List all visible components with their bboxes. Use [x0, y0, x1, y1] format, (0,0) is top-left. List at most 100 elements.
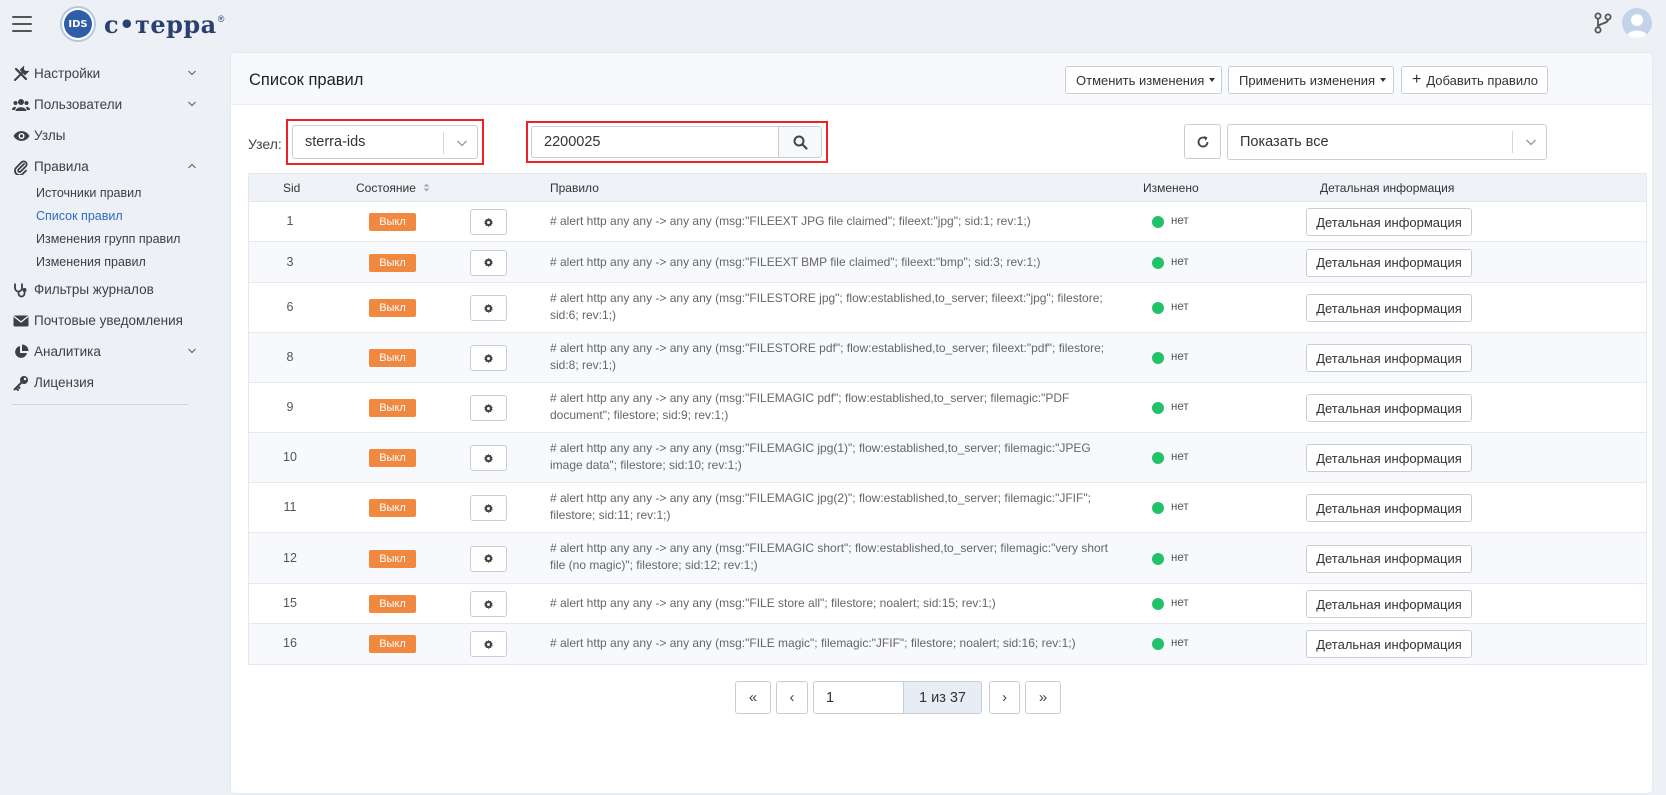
node-label: Узел: [248, 136, 282, 152]
show-filter-select[interactable]: Показать все [1227, 124, 1547, 160]
rule-sid: 10 [283, 450, 297, 464]
refresh-icon [1197, 135, 1208, 147]
status-badge[interactable]: Выкл [369, 549, 416, 568]
search-button[interactable] [778, 126, 822, 158]
last-page-button[interactable]: » [1025, 681, 1061, 714]
detail-info-button[interactable]: Детальная информация [1306, 208, 1472, 236]
detail-info-button[interactable]: Детальная информация [1306, 590, 1472, 618]
column-header-sid[interactable]: Sid [283, 181, 300, 195]
sidebar-item-log-filters[interactable]: Фильтры журналов [0, 274, 200, 305]
changed-status: нет [1171, 501, 1189, 513]
status-badge[interactable]: Выкл [369, 499, 416, 517]
table-row: 16 Выкл # alert http any any -> any any (m… [249, 624, 1646, 664]
logo-brand-text: с•терра [104, 9, 217, 39]
table-row: 1 Выкл # alert http any any -> any any (ms… [249, 202, 1646, 242]
status-dot [1152, 302, 1164, 314]
next-page-button[interactable]: › [989, 681, 1020, 714]
rule-settings-button[interactable] [470, 345, 507, 371]
sidebar-item-analytics[interactable]: Аналитика [0, 336, 200, 367]
sidebar-subitem-rule-sources[interactable]: Источники правил [0, 182, 200, 205]
table-body: 1 Выкл # alert http any any -> any any (ms… [249, 202, 1646, 664]
gear-icon [484, 553, 493, 564]
rule-settings-button[interactable] [470, 591, 507, 617]
sidebar-divider [12, 404, 188, 405]
detail-info-button[interactable]: Детальная информация [1306, 394, 1472, 422]
status-badge[interactable]: Выкл [369, 635, 416, 653]
user-avatar-icon [1626, 14, 1648, 38]
column-header-rule: Правило [550, 181, 599, 195]
rule-settings-button[interactable] [470, 209, 507, 235]
sidebar-item-nodes[interactable]: Узлы [0, 120, 200, 151]
detail-info-button[interactable]: Детальная информация [1306, 294, 1472, 322]
status-badge[interactable]: Выкл [369, 399, 416, 417]
column-header-changed: Изменено [1143, 181, 1199, 195]
detail-info-button[interactable]: Детальная информация [1306, 444, 1472, 472]
rule-text: # alert http any any -> any any (msg:"FI… [550, 441, 1091, 472]
column-header-state[interactable]: Состояние [356, 181, 430, 195]
eye-icon [12, 128, 30, 144]
rule-settings-button[interactable] [470, 249, 507, 276]
rule-text: # alert http any any -> any any (msg:"FI… [550, 254, 1041, 269]
search-input[interactable] [531, 126, 779, 158]
cancel-changes-button[interactable]: Отменить изменения [1065, 66, 1222, 94]
detail-info-button[interactable]: Детальная информация [1306, 494, 1472, 522]
select-separator [443, 132, 444, 154]
git-branch-icon[interactable] [1594, 12, 1612, 34]
chevron-down-icon [188, 70, 196, 76]
status-badge[interactable]: Выкл [369, 595, 416, 613]
apply-changes-label: Применить изменения [1239, 72, 1376, 88]
add-rule-button[interactable]: + Добавить правило [1401, 66, 1548, 94]
column-header-detail: Детальная информация [1320, 181, 1455, 195]
status-dot [1152, 352, 1164, 364]
gear-icon [484, 453, 493, 463]
sidebar-subitem-rule-list[interactable]: Список правил [0, 205, 200, 228]
node-select[interactable]: sterra-ids [292, 125, 478, 159]
status-dot [1152, 452, 1164, 464]
sidebar-item-license[interactable]: Лицензия [0, 367, 200, 398]
sidebar-item-label: Пользователи [34, 97, 123, 112]
rule-sid: 9 [286, 400, 294, 414]
rule-settings-button[interactable] [470, 395, 507, 421]
detail-info-button[interactable]: Детальная информация [1306, 630, 1472, 658]
status-badge[interactable]: Выкл [369, 253, 416, 272]
refresh-button[interactable] [1184, 124, 1221, 159]
rule-settings-button[interactable] [470, 495, 507, 521]
sidebar-subitem-rule-changes[interactable]: Изменения правил [0, 251, 200, 274]
sidebar-item-label: Аналитика [34, 344, 101, 359]
chevron-up-icon [188, 163, 196, 169]
rule-sid: 1 [286, 214, 294, 228]
apply-changes-button[interactable]: Применить изменения [1228, 66, 1394, 94]
hamburger-menu-icon[interactable] [12, 16, 32, 32]
detail-info-button[interactable]: Детальная информация [1306, 344, 1472, 372]
avatar[interactable] [1622, 8, 1652, 38]
rule-settings-button[interactable] [470, 545, 507, 572]
chevron-down-icon [188, 101, 196, 107]
status-badge[interactable]: Выкл [369, 213, 416, 231]
table-row: 15 Выкл # alert http any any -> any any (m… [249, 584, 1646, 624]
detail-info-button[interactable]: Детальная информация [1306, 248, 1472, 277]
sidebar-item-mail-notifications[interactable]: Почтовые уведомления [0, 305, 200, 336]
page-number-input[interactable] [813, 681, 904, 714]
status-badge[interactable]: Выкл [369, 299, 416, 317]
chevron-down-icon [1526, 139, 1536, 146]
sidebar-item-label: Фильтры журналов [34, 282, 154, 297]
rule-settings-button[interactable] [470, 631, 507, 657]
sidebar-item-rules[interactable]: Правила [0, 151, 200, 182]
rule-settings-button[interactable] [470, 445, 507, 471]
rule-text: # alert http any any -> any any (msg:"FI… [550, 341, 1105, 372]
changed-status: нет [1171, 255, 1189, 268]
changed-status: нет [1171, 215, 1189, 227]
status-dot [1152, 638, 1164, 650]
prev-page-button[interactable]: ‹ [776, 681, 808, 714]
rule-sid: 3 [286, 254, 294, 269]
status-badge[interactable]: Выкл [369, 449, 416, 467]
logo-registered-mark: ® [217, 14, 225, 24]
status-badge[interactable]: Выкл [369, 349, 416, 367]
sidebar-item-users[interactable]: Пользователи [0, 89, 200, 120]
sidebar-subitem-rule-group-changes[interactable]: Изменения групп правил [0, 228, 200, 251]
detail-info-button[interactable]: Детальная информация [1306, 544, 1472, 573]
first-page-button[interactable]: « [735, 681, 771, 714]
sidebar-item-settings[interactable]: Настройки [0, 58, 200, 89]
rule-settings-button[interactable] [470, 295, 507, 321]
sidebar-item-label: Лицензия [34, 375, 94, 390]
